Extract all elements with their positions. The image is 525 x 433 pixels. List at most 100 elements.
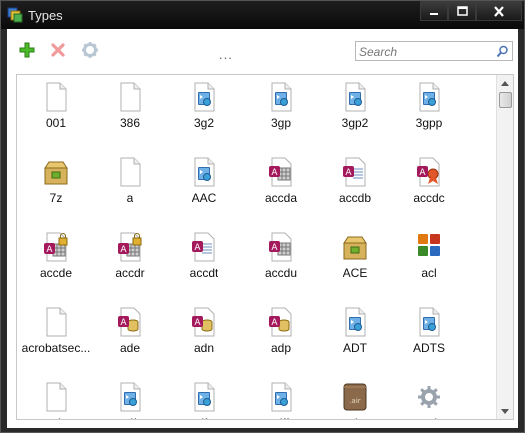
list-item[interactable]: a	[93, 150, 167, 220]
media-file-icon	[419, 307, 440, 337]
media-file-icon	[120, 382, 141, 412]
window-title: Types	[28, 8, 63, 23]
media-file-icon	[419, 82, 440, 112]
access-db-icon: A	[118, 307, 141, 337]
media-file-icon	[345, 82, 366, 112]
list-item-label: acl	[421, 266, 437, 280]
office-tiles-icon	[418, 234, 440, 256]
access-grid-icon: A	[269, 232, 292, 262]
search-box[interactable]	[355, 41, 513, 61]
list-item[interactable]: AAC	[167, 150, 241, 220]
scroll-up-button[interactable]	[497, 75, 513, 91]
list-item[interactable]: 3gpp	[392, 75, 466, 145]
media-file-icon	[271, 382, 292, 412]
title-bar[interactable]: Types	[1, 1, 524, 29]
list-item-label: accdu	[264, 266, 298, 280]
gear-icon	[418, 386, 440, 408]
media-file-icon	[194, 382, 215, 412]
list-item[interactable]: Aadp	[244, 300, 318, 370]
media-file-icon	[271, 82, 292, 112]
search-icon[interactable]	[496, 45, 509, 58]
search-input[interactable]	[359, 44, 489, 59]
list-item[interactable]: ai	[19, 375, 93, 419]
list-item[interactable]: Aaccdc	[392, 150, 466, 220]
chevron-down-icon	[501, 408, 509, 414]
list-item[interactable]: 7z	[19, 150, 93, 220]
list-item-label: air	[348, 416, 361, 419]
access-doc-icon: A	[192, 232, 215, 262]
list-item[interactable]: Aaccdr	[93, 225, 167, 295]
delete-button[interactable]	[48, 40, 68, 60]
blank-file-icon	[46, 307, 67, 337]
list-item[interactable]: acl	[392, 225, 466, 295]
delete-icon	[51, 43, 65, 57]
scroll-down-button[interactable]	[497, 403, 513, 419]
settings-button[interactable]	[80, 40, 100, 60]
list-item[interactable]: Aaccdu	[244, 225, 318, 295]
list-item[interactable]: Aadn	[167, 300, 241, 370]
list-item[interactable]: ADT	[318, 300, 392, 370]
close-button[interactable]	[476, 1, 522, 21]
list-item[interactable]: 386	[93, 75, 167, 145]
list-item[interactable]: Aaccdb	[318, 150, 392, 220]
list-item[interactable]: ACE	[318, 225, 392, 295]
archive-icon	[343, 236, 367, 260]
svg-text:A: A	[46, 245, 53, 255]
list-item-label: ai	[51, 416, 60, 419]
list-item[interactable]: .air air	[318, 375, 392, 419]
list-item[interactable]: 3gp2	[318, 75, 392, 145]
media-file-icon	[194, 82, 215, 112]
list-item[interactable]: 001	[19, 75, 93, 145]
list-item-label: 001	[45, 116, 67, 130]
scroll-thumb[interactable]	[499, 92, 512, 108]
list-item-label: accdc	[413, 191, 445, 205]
list-item-label: ADT	[343, 341, 367, 355]
gear-icon	[82, 42, 98, 58]
list-item-label: accdr	[115, 266, 145, 280]
list-item-label: acrobatsec...	[21, 341, 91, 355]
list-item-label: a	[126, 191, 134, 205]
list-item[interactable]: 3g2	[167, 75, 241, 145]
list-item-label: aiff	[273, 416, 289, 419]
list-item[interactable]: acrobatsec...	[19, 300, 93, 370]
add-icon	[19, 42, 35, 58]
list-item-label: AAC	[191, 191, 217, 205]
more-button[interactable]: ...	[219, 47, 233, 62]
chevron-up-icon	[501, 80, 509, 86]
list-item[interactable]: Aaccda	[244, 150, 318, 220]
svg-text:A: A	[120, 318, 127, 328]
access-doc-icon: A	[343, 157, 366, 187]
list-item[interactable]: ADTS	[392, 300, 466, 370]
close-icon	[494, 5, 504, 17]
minimize-button[interactable]	[420, 1, 448, 21]
types-list[interactable]: 001 386 3g2 3gp 3gp2 3gpp 7z a AAC Aaccda Aaccdb Aa…	[16, 74, 514, 420]
types-window: Types ... Search 001 386 3g2 3gp 3gp2 3g…	[0, 0, 525, 433]
list-item[interactable]: aifc	[167, 375, 241, 419]
list-item[interactable]: 3gp	[244, 75, 318, 145]
list-item-label: 386	[119, 116, 141, 130]
window-content: ... 0013863g23gp3gp23gpp7zaAACAaccdaAacc…	[7, 29, 518, 428]
list-item-label: adn	[193, 341, 215, 355]
list-item[interactable]: Aaccde	[19, 225, 93, 295]
maximize-button[interactable]	[448, 1, 476, 21]
svg-text:A: A	[194, 318, 201, 328]
list-item[interactable]: Aade	[93, 300, 167, 370]
list-item-label: accda	[264, 191, 298, 205]
list-item[interactable]: ani	[392, 375, 466, 419]
svg-text:A: A	[271, 318, 278, 328]
archive-icon	[44, 161, 68, 185]
svg-text:A: A	[419, 168, 426, 178]
svg-text:A: A	[271, 168, 278, 178]
list-item-label: 3gp2	[341, 116, 369, 130]
list-item[interactable]: aiff	[244, 375, 318, 419]
access-grid-icon: A	[269, 157, 292, 187]
add-button[interactable]	[17, 40, 37, 60]
vertical-scrollbar[interactable]	[496, 75, 513, 419]
list-item[interactable]: aif	[93, 375, 167, 419]
list-item-label: ade	[119, 341, 141, 355]
list-item[interactable]: Aaccdt	[167, 225, 241, 295]
list-item-label: adp	[270, 341, 292, 355]
list-item-label: ADTS	[412, 341, 445, 355]
svg-text:A: A	[345, 168, 352, 178]
list-item-label: accdb	[338, 191, 372, 205]
